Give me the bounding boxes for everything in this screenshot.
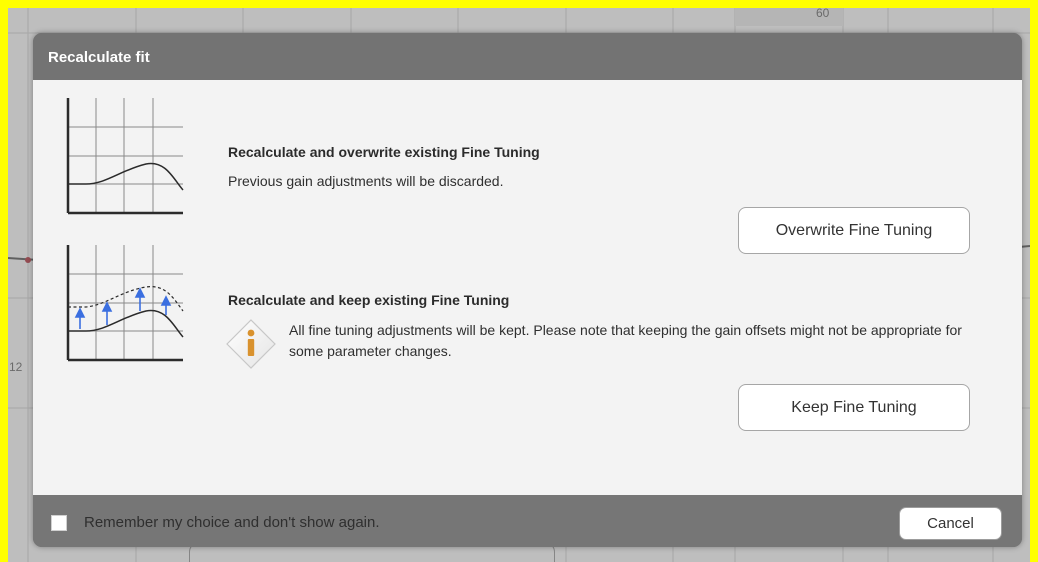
info-icon [226, 319, 276, 369]
recalculate-fit-dialog: Recalculate fit Recalculate and overwrit… [33, 33, 1022, 547]
overwrite-option-title: Recalculate and overwrite existing Fine … [228, 144, 540, 160]
overwrite-fine-tuning-button[interactable]: Overwrite Fine Tuning [738, 207, 970, 254]
keep-fine-tuning-button[interactable]: Keep Fine Tuning [738, 384, 970, 431]
dialog-title: Recalculate fit [48, 49, 150, 66]
remember-choice-label: Remember my choice and don't show again. [84, 514, 380, 531]
keep-option-description: All fine tuning adjustments will be kept… [289, 322, 962, 359]
dialog-header: Recalculate fit [33, 33, 1022, 80]
cancel-button[interactable]: Cancel [899, 507, 1002, 540]
overwrite-option-description: Previous gain adjustments will be discar… [228, 173, 504, 189]
keep-curve-illustration [66, 245, 184, 362]
keep-option-title: Recalculate and keep existing Fine Tunin… [228, 292, 510, 308]
overwrite-curve-illustration [66, 98, 184, 215]
remember-choice-checkbox[interactable] [51, 515, 67, 531]
